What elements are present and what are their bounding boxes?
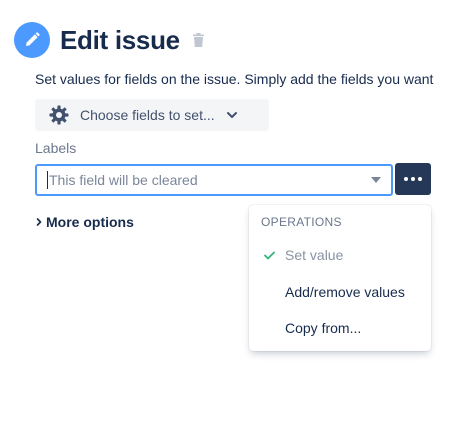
trash-icon[interactable] bbox=[192, 33, 205, 48]
operations-menu: OPERATIONS Set value Add/remove values C… bbox=[249, 205, 431, 351]
labels-placeholder: This field will be cleared bbox=[49, 172, 198, 188]
menu-item-add-remove-values[interactable]: Add/remove values bbox=[249, 274, 431, 310]
choose-fields-button[interactable]: Choose fields to set... bbox=[35, 99, 269, 131]
chevron-right-icon bbox=[35, 217, 43, 227]
choose-fields-label: Choose fields to set... bbox=[80, 107, 215, 123]
menu-item-label: Add/remove values bbox=[285, 284, 405, 300]
page-title: Edit issue bbox=[60, 24, 180, 55]
more-dot-icon bbox=[404, 177, 408, 181]
edit-pencil-icon bbox=[14, 22, 50, 58]
more-options-label: More options bbox=[46, 214, 134, 230]
page-header: Edit issue bbox=[14, 21, 205, 59]
labels-select[interactable]: This field will be cleared bbox=[35, 164, 393, 196]
description-text: Set values for fields on the issue. Simp… bbox=[35, 71, 434, 87]
menu-item-copy-from[interactable]: Copy from... bbox=[249, 310, 431, 346]
gear-icon bbox=[49, 105, 69, 125]
text-cursor bbox=[47, 171, 48, 189]
menu-item-label: Set value bbox=[285, 247, 344, 263]
menu-item-set-value[interactable]: Set value bbox=[249, 237, 431, 273]
menu-item-label: Copy from... bbox=[285, 320, 362, 336]
more-options-toggle[interactable]: More options bbox=[35, 214, 134, 230]
chevron-down-icon bbox=[226, 109, 238, 121]
more-dot-icon bbox=[418, 177, 422, 181]
more-dot-icon bbox=[411, 177, 415, 181]
operations-heading: OPERATIONS bbox=[261, 215, 342, 229]
dropdown-arrow-icon[interactable] bbox=[370, 175, 382, 185]
check-icon bbox=[263, 250, 275, 260]
labels-field-label: Labels bbox=[35, 140, 77, 156]
operations-menu-button[interactable] bbox=[395, 163, 431, 195]
